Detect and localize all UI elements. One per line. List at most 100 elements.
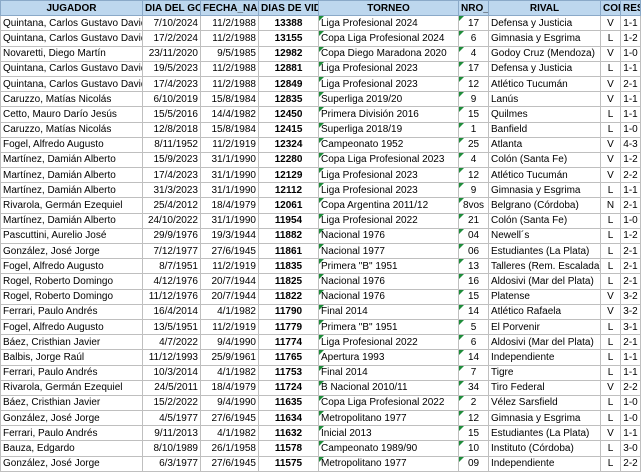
cell-fecha-nac[interactable]: 4/1/1982 xyxy=(200,364,259,381)
cell-dias-de-vida[interactable]: 12324 xyxy=(258,136,319,153)
cell-fecha-nac[interactable]: 20/7/1944 xyxy=(200,288,259,305)
cell-nro-f[interactable]: 9 xyxy=(458,182,489,199)
cell-torneo[interactable]: Primera "B" 1951 xyxy=(318,258,459,275)
cell-torneo[interactable]: B Nacional 2010/11 xyxy=(318,379,459,396)
cell-dias-de-vida[interactable]: 12835 xyxy=(258,91,319,108)
cell-cond[interactable]: L xyxy=(600,242,621,260)
cell-fecha-nac[interactable]: 9/4/1990 xyxy=(200,394,259,412)
cell-torneo[interactable]: Copa Liga Profesional 2022 xyxy=(318,394,459,412)
cell-rival[interactable]: Defensa y Justicia xyxy=(488,15,601,32)
cell-fecha-nac[interactable]: 18/4/1979 xyxy=(200,379,259,396)
cell-torneo[interactable]: Metropolitano 1977 xyxy=(318,455,459,472)
cell-res[interactable]: 1-1 xyxy=(620,15,641,32)
cell-rival[interactable]: Talleres (Rem. Escalada) xyxy=(488,258,601,275)
cell-fecha-nac[interactable]: 26/1/1958 xyxy=(200,440,259,457)
cell-cond[interactable]: V xyxy=(600,136,621,153)
cell-dia-del-gol[interactable]: 7/12/1977 xyxy=(142,242,201,260)
cell-dias-de-vida[interactable]: 12982 xyxy=(258,45,319,62)
cell-dias-de-vida[interactable]: 11575 xyxy=(258,455,319,472)
cell-torneo[interactable]: Superliga 2018/19 xyxy=(318,121,459,138)
cell-torneo[interactable]: Copa Diego Maradona 2020 xyxy=(318,45,459,62)
cell-dia-del-gol[interactable]: 11/12/1993 xyxy=(142,349,201,366)
cell-nro-f[interactable]: 14 xyxy=(458,303,489,320)
cell-cond[interactable]: L xyxy=(600,455,621,472)
cell-cond[interactable]: V xyxy=(600,288,621,305)
cell-cond[interactable]: L xyxy=(600,258,621,275)
cell-nro-f[interactable]: 6 xyxy=(458,334,489,351)
cell-fecha-nac[interactable]: 27/6/1945 xyxy=(200,410,259,427)
cell-cond[interactable]: V xyxy=(600,15,621,32)
cell-dia-del-gol[interactable]: 7/10/2024 xyxy=(142,15,201,32)
cell-dias-de-vida[interactable]: 11790 xyxy=(258,303,319,320)
cell-dia-del-gol[interactable]: 4/12/1976 xyxy=(142,273,201,290)
cell-dia-del-gol[interactable]: 9/11/2013 xyxy=(142,425,201,442)
cell-res[interactable]: 4-3 xyxy=(620,136,641,153)
cell-nro-f[interactable]: 7 xyxy=(458,364,489,381)
cell-cond[interactable]: L xyxy=(600,273,621,290)
cell-dias-de-vida[interactable]: 11765 xyxy=(258,349,319,366)
cell-fecha-nac[interactable]: 31/1/1990 xyxy=(200,182,259,199)
cell-jugador[interactable]: Quintana, Carlos Gustavo David xyxy=(0,15,143,32)
cell-dia-del-gol[interactable]: 24/5/2011 xyxy=(142,379,201,396)
cell-torneo[interactable]: Nacional 1976 xyxy=(318,288,459,305)
cell-rival[interactable]: Colón (Santa Fe) xyxy=(488,212,601,229)
cell-dias-de-vida[interactable]: 12881 xyxy=(258,60,319,77)
cell-nro-f[interactable]: 34 xyxy=(458,379,489,396)
cell-nro-f[interactable]: 10 xyxy=(458,440,489,457)
cell-nro-f[interactable]: 17 xyxy=(458,15,489,32)
cell-cond[interactable]: L xyxy=(600,394,621,412)
cell-torneo[interactable]: Primera "B" 1951 xyxy=(318,318,459,336)
cell-res[interactable]: 2-2 xyxy=(620,455,641,472)
cell-cond[interactable]: L xyxy=(600,364,621,381)
cell-dias-de-vida[interactable]: 11632 xyxy=(258,425,319,442)
cell-jugador[interactable]: Martínez, Damián Alberto xyxy=(0,151,143,169)
cell-torneo[interactable]: Nacional 1976 xyxy=(318,227,459,245)
cell-nro-f[interactable]: 15 xyxy=(458,288,489,305)
cell-jugador[interactable]: Balbis, Jorge Raúl xyxy=(0,349,143,366)
cell-jugador[interactable]: Ferrari, Paulo Andrés xyxy=(0,303,143,320)
column-header-dia-del-gol[interactable]: DIA DEL GOL xyxy=(142,0,201,17)
cell-dias-de-vida[interactable]: 11774 xyxy=(258,334,319,351)
cell-rival[interactable]: Banfield xyxy=(488,121,601,138)
cell-dias-de-vida[interactable]: 11822 xyxy=(258,288,319,305)
cell-jugador[interactable]: González, José Jorge xyxy=(0,242,143,260)
cell-jugador[interactable]: Quintana, Carlos Gustavo David xyxy=(0,60,143,77)
cell-torneo[interactable]: Copa Liga Profesional 2024 xyxy=(318,30,459,47)
cell-dias-de-vida[interactable]: 12849 xyxy=(258,75,319,93)
cell-rival[interactable]: El Porvenir xyxy=(488,318,601,336)
cell-rival[interactable]: Tigre xyxy=(488,364,601,381)
cell-torneo[interactable]: Campeonato 1989/90 xyxy=(318,440,459,457)
cell-dia-del-gol[interactable]: 15/9/2023 xyxy=(142,151,201,169)
cell-fecha-nac[interactable]: 11/2/1988 xyxy=(200,60,259,77)
cell-res[interactable]: 2-1 xyxy=(620,197,641,214)
cell-nro-f[interactable]: 12 xyxy=(458,167,489,184)
cell-fecha-nac[interactable]: 25/9/1961 xyxy=(200,349,259,366)
cell-rival[interactable]: Atlético Tucumán xyxy=(488,75,601,93)
cell-res[interactable]: 1-0 xyxy=(620,410,641,427)
cell-dia-del-gol[interactable]: 6/3/1977 xyxy=(142,455,201,472)
cell-rival[interactable]: Independiente xyxy=(488,455,601,472)
cell-fecha-nac[interactable]: 11/2/1919 xyxy=(200,258,259,275)
cell-res[interactable]: 2-2 xyxy=(620,167,641,184)
cell-dias-de-vida[interactable]: 11954 xyxy=(258,212,319,229)
cell-fecha-nac[interactable]: 31/1/1990 xyxy=(200,167,259,184)
cell-res[interactable]: 1-0 xyxy=(620,45,641,62)
cell-dia-del-gol[interactable]: 31/3/2023 xyxy=(142,182,201,199)
cell-rival[interactable]: Tiro Federal xyxy=(488,379,601,396)
cell-dias-de-vida[interactable]: 12450 xyxy=(258,106,319,123)
cell-cond[interactable]: V xyxy=(600,167,621,184)
column-header-res[interactable]: RES xyxy=(620,0,641,17)
cell-res[interactable]: 3-2 xyxy=(620,303,641,320)
cell-dias-de-vida[interactable]: 12415 xyxy=(258,121,319,138)
cell-jugador[interactable]: Novaretti, Diego Martín xyxy=(0,45,143,62)
cell-rival[interactable]: Gimnasia y Esgrima xyxy=(488,182,601,199)
cell-torneo[interactable]: Liga Profesional 2022 xyxy=(318,334,459,351)
cell-res[interactable]: 1-2 xyxy=(620,151,641,169)
cell-torneo[interactable]: Nacional 1977 xyxy=(318,242,459,260)
cell-jugador[interactable]: Fogel, Alfredo Augusto xyxy=(0,318,143,336)
cell-dias-de-vida[interactable]: 12112 xyxy=(258,182,319,199)
cell-torneo[interactable]: Copa Argentina 2011/12 xyxy=(318,197,459,214)
cell-fecha-nac[interactable]: 15/8/1984 xyxy=(200,121,259,138)
cell-cond[interactable]: L xyxy=(600,212,621,229)
cell-dia-del-gol[interactable]: 25/4/2012 xyxy=(142,197,201,214)
